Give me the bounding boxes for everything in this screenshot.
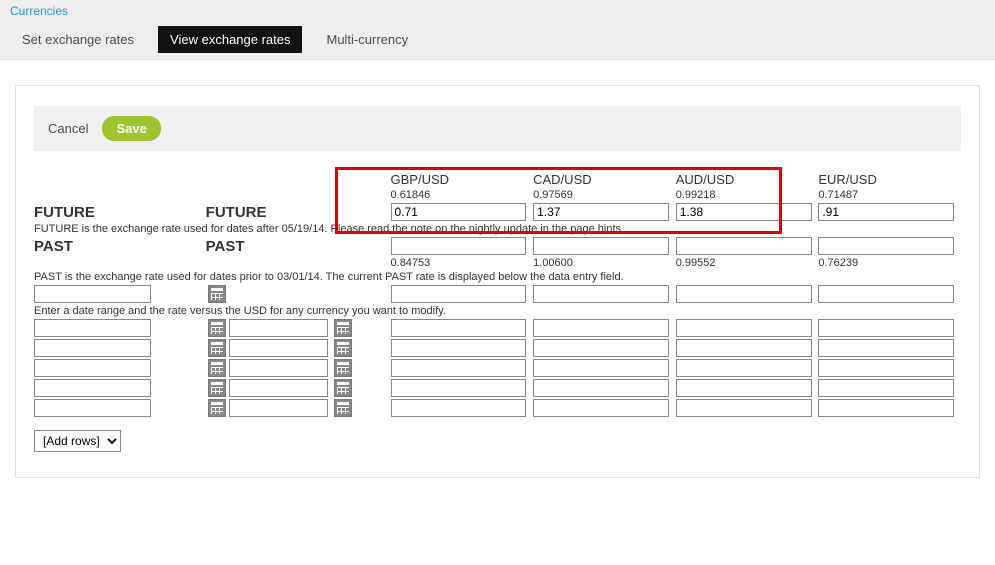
date-end-6[interactable] (229, 399, 328, 417)
range-input-eurusd-5[interactable] (818, 379, 954, 397)
range-input-gbpusd-5[interactable] (391, 379, 527, 397)
range-input-cadusd-1[interactable] (533, 285, 669, 303)
past-input-cadusd[interactable] (533, 237, 669, 255)
tabs: Set exchange rates View exchange rates M… (10, 26, 985, 53)
range-input-gbpusd-6[interactable] (391, 399, 527, 417)
pair-label-gbpusd: GBP/USD (391, 171, 534, 188)
tab-set-exchange-rates[interactable]: Set exchange rates (10, 26, 146, 53)
range-input-audusd-1[interactable] (676, 285, 812, 303)
breadcrumb: Currencies (10, 0, 985, 18)
calendar-icon[interactable] (334, 319, 352, 337)
range-input-eurusd-2[interactable] (818, 319, 954, 337)
pair-label-audusd: AUD/USD (676, 171, 819, 188)
past-hint: PAST is the exchange rate used for dates… (34, 270, 961, 284)
range-input-audusd-2[interactable] (676, 319, 812, 337)
current-rate-eurusd: 0.71487 (818, 188, 961, 202)
range-input-eurusd-1[interactable] (818, 285, 954, 303)
calendar-icon[interactable] (334, 399, 352, 417)
range-input-audusd-6[interactable] (676, 399, 812, 417)
calendar-icon[interactable] (208, 339, 226, 357)
tab-multi-currency[interactable]: Multi-currency (314, 26, 420, 53)
save-button[interactable]: Save (102, 116, 160, 141)
main-panel: Cancel Save GBP/USD CAD/USD AUD/USD EUR/… (15, 85, 980, 478)
future-input-eurusd[interactable] (818, 203, 954, 221)
range-input-gbpusd-1[interactable] (391, 285, 527, 303)
calendar-icon[interactable] (208, 319, 226, 337)
future-label-1: FUTURE (34, 202, 206, 222)
calendar-icon[interactable] (334, 359, 352, 377)
add-rows-select[interactable]: [Add rows] (34, 430, 121, 452)
date-end-2[interactable] (229, 319, 328, 337)
range-input-gbpusd-4[interactable] (391, 359, 527, 377)
range-input-audusd-3[interactable] (676, 339, 812, 357)
future-input-audusd[interactable] (676, 203, 812, 221)
current-rate-gbpusd: 0.61846 (391, 188, 534, 202)
calendar-icon[interactable] (208, 285, 226, 303)
range-input-cadusd-3[interactable] (533, 339, 669, 357)
date-start-2[interactable] (34, 319, 151, 337)
calendar-icon[interactable] (334, 379, 352, 397)
past-rate-audusd: 0.99552 (676, 256, 819, 270)
date-end-4[interactable] (229, 359, 328, 377)
range-input-audusd-4[interactable] (676, 359, 812, 377)
range-hint: Enter a date range and the rate versus t… (34, 304, 961, 318)
future-input-gbpusd[interactable] (391, 203, 527, 221)
current-rate-audusd: 0.99218 (676, 188, 819, 202)
range-input-eurusd-6[interactable] (818, 399, 954, 417)
range-input-eurusd-4[interactable] (818, 359, 954, 377)
future-input-cadusd[interactable] (533, 203, 669, 221)
range-input-cadusd-5[interactable] (533, 379, 669, 397)
date-start-4[interactable] (34, 359, 151, 377)
future-hint: FUTURE is the exchange rate used for dat… (34, 222, 961, 236)
range-input-audusd-5[interactable] (676, 379, 812, 397)
pair-label-eurusd: EUR/USD (818, 171, 961, 188)
range-input-eurusd-3[interactable] (818, 339, 954, 357)
past-rate-cadusd: 1.00600 (533, 256, 676, 270)
rates-table: GBP/USD CAD/USD AUD/USD EUR/USD 0.61846 … (34, 171, 961, 418)
calendar-icon[interactable] (208, 379, 226, 397)
pair-label-cadusd: CAD/USD (533, 171, 676, 188)
past-rate-gbpusd: 0.84753 (391, 256, 534, 270)
current-rate-cadusd: 0.97569 (533, 188, 676, 202)
range-input-cadusd-6[interactable] (533, 399, 669, 417)
date-start-6[interactable] (34, 399, 151, 417)
date-start-1[interactable] (34, 285, 151, 303)
range-input-gbpusd-3[interactable] (391, 339, 527, 357)
range-input-gbpusd-2[interactable] (391, 319, 527, 337)
breadcrumb-currencies-link[interactable]: Currencies (10, 4, 68, 18)
past-label-1: PAST (34, 236, 206, 256)
date-end-5[interactable] (229, 379, 328, 397)
range-input-cadusd-2[interactable] (533, 319, 669, 337)
past-input-gbpusd[interactable] (391, 237, 527, 255)
future-label-2: FUTURE (206, 202, 391, 222)
action-bar: Cancel Save (34, 106, 961, 151)
date-start-5[interactable] (34, 379, 151, 397)
cancel-button[interactable]: Cancel (48, 121, 88, 136)
past-label-2: PAST (206, 236, 391, 256)
range-input-cadusd-4[interactable] (533, 359, 669, 377)
date-end-3[interactable] (229, 339, 328, 357)
calendar-icon[interactable] (334, 339, 352, 357)
past-input-eurusd[interactable] (818, 237, 954, 255)
past-rate-eurusd: 0.76239 (818, 256, 961, 270)
date-start-3[interactable] (34, 339, 151, 357)
past-input-audusd[interactable] (676, 237, 812, 255)
calendar-icon[interactable] (208, 399, 226, 417)
tab-view-exchange-rates[interactable]: View exchange rates (158, 26, 302, 53)
calendar-icon[interactable] (208, 359, 226, 377)
